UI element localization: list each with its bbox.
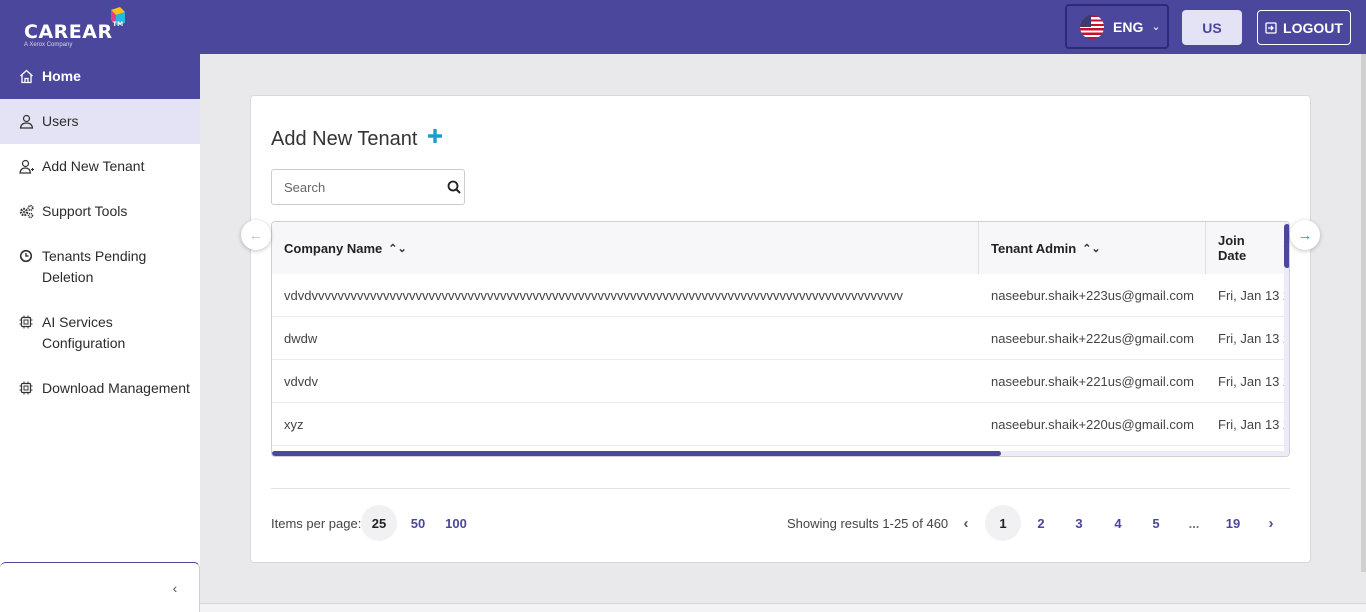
items-per-page-option[interactable]: 100: [438, 505, 474, 541]
results-summary: Showing results 1-25 of 460: [787, 516, 949, 531]
gears-icon: [18, 204, 34, 220]
items-per-page-label: Items per page:: [271, 516, 362, 531]
items-per-page-option[interactable]: 25: [361, 505, 397, 541]
clock-icon: [18, 248, 34, 264]
logo-text: CAREARTM: [24, 21, 124, 43]
table-row[interactable]: vdvdv naseebur.shaik+221us@gmail.com Fri…: [272, 360, 1289, 403]
cell-tenant-admin: naseebur.shaik+223us@gmail.com: [991, 288, 1194, 303]
table-horizontal-scrollbar[interactable]: [272, 451, 1289, 456]
page-scrollbar[interactable]: [1361, 54, 1366, 572]
cell-join-date: Fri, Jan 13 2: [1218, 374, 1286, 389]
sidebar-item-label: Tenants Pending Deletion: [42, 248, 147, 285]
next-page-chevron-right-icon[interactable]: ›: [1261, 505, 1281, 541]
cell-company-name: vdvdv: [284, 374, 318, 389]
add-tenant-plus-icon[interactable]: [426, 127, 444, 145]
cell-tenant-admin: naseebur.shaik+222us@gmail.com: [991, 331, 1194, 346]
logout-label: LOGOUT: [1283, 19, 1343, 36]
logout-button[interactable]: LOGOUT: [1257, 10, 1351, 45]
table-scroll-left-arrow-icon[interactable]: ←: [241, 220, 271, 250]
sidebar-item-support-tools[interactable]: Support Tools: [0, 189, 200, 234]
tenant-card: Add New Tenant Company Name⌃⌄ Tenant Adm…: [250, 95, 1311, 563]
table-row[interactable]: xyz naseebur.shaik+220us@gmail.com Fri, …: [272, 403, 1289, 446]
sidebar-item-label: Home: [42, 68, 81, 84]
sidebar-item-download-management[interactable]: Download Management: [0, 378, 200, 399]
page-footer-strip: [200, 603, 1366, 612]
page-button-4[interactable]: 4: [1100, 505, 1136, 541]
language-label: ENG: [1113, 18, 1144, 35]
column-header-join-date[interactable]: Join Date⌃: [1206, 222, 1289, 274]
sidebar-item-label: Support Tools: [42, 203, 128, 219]
sidebar-item-tenants-pending-deletion[interactable]: Tenants Pending Deletion: [0, 246, 200, 288]
page-button-2[interactable]: 2: [1023, 505, 1059, 541]
cell-tenant-admin: naseebur.shaik+220us@gmail.com: [991, 417, 1194, 432]
vertical-scroll-thumb[interactable]: [1284, 224, 1289, 268]
divider: [271, 488, 1290, 489]
sidebar-item-ai-services-configuration[interactable]: AI Services Configuration: [0, 312, 200, 354]
page-ellipsis: ...: [1188, 515, 1200, 531]
tenant-table: Company Name⌃⌄ Tenant Admin⌃⌄ Join Date⌃…: [271, 221, 1290, 457]
search-box: [271, 169, 465, 205]
logout-icon: [1265, 21, 1277, 34]
logo-subtitle: A Xerox Company: [24, 42, 73, 48]
cell-join-date: Fri, Jan 13 2: [1218, 331, 1286, 346]
sidebar-item-label: Users: [42, 113, 79, 129]
page-button-1[interactable]: 1: [985, 505, 1021, 541]
sidebar-item-label: Add New Tenant: [42, 158, 145, 174]
sort-icon[interactable]: ⌃⌄: [388, 242, 406, 255]
cell-join-date: Fri, Jan 13 2: [1218, 417, 1286, 432]
page-button-5[interactable]: 5: [1138, 505, 1174, 541]
user-add-icon: [18, 159, 34, 175]
chip-icon: [18, 314, 34, 330]
search-input[interactable]: [272, 170, 432, 204]
table-scroll-right-arrow-icon[interactable]: →: [1290, 220, 1320, 250]
table-row[interactable]: dwdw naseebur.shaik+222us@gmail.com Fri,…: [272, 317, 1289, 360]
chevron-down-icon: ⌄: [1151, 21, 1161, 33]
sidebar: Home Users Add New Tenant Support Tools …: [0, 54, 200, 612]
cell-tenant-admin: naseebur.shaik+221us@gmail.com: [991, 374, 1194, 389]
region-button[interactable]: US: [1182, 10, 1242, 45]
horizontal-scroll-thumb[interactable]: [272, 451, 1001, 456]
sidebar-item-add-new-tenant[interactable]: Add New Tenant: [0, 144, 200, 189]
sidebar-item-label: Download Management: [42, 380, 190, 396]
collapse-sidebar-chevron-left-icon[interactable]: ‹: [168, 581, 182, 595]
table-row[interactable]: vdvdvvvvvvvvvvvvvvvvvvvvvvvvvvvvvvvvvvvv…: [272, 274, 1289, 317]
language-selector[interactable]: ENG ⌄: [1065, 4, 1169, 49]
page-button-19[interactable]: 19: [1215, 505, 1251, 541]
user-icon: [18, 114, 34, 130]
search-icon[interactable]: [447, 180, 461, 194]
page-button-3[interactable]: 3: [1061, 505, 1097, 541]
prev-page-chevron-left-icon[interactable]: ‹: [956, 505, 976, 541]
cell-company-name: vdvdvvvvvvvvvvvvvvvvvvvvvvvvvvvvvvvvvvvv…: [284, 288, 903, 303]
sidebar-footer: ‹: [0, 562, 200, 612]
sidebar-item-label: AI Services Configuration: [42, 314, 126, 351]
carear-logo[interactable]: CAREARTM A Xerox Company: [22, 7, 132, 50]
top-header: CAREARTM A Xerox Company ENG ⌄ US LOGOUT: [0, 0, 1366, 54]
table-vertical-scrollbar[interactable]: [1284, 222, 1289, 456]
column-header-tenant-admin[interactable]: Tenant Admin ⌃⌄: [979, 222, 1206, 274]
sidebar-item-users[interactable]: Users: [0, 99, 200, 144]
chip-icon: [18, 380, 34, 396]
cell-company-name: dwdw: [284, 331, 318, 346]
items-per-page-option[interactable]: 50: [400, 505, 436, 541]
sidebar-item-home[interactable]: Home: [0, 54, 200, 99]
us-flag-icon: [1080, 14, 1104, 39]
column-header-company-name[interactable]: Company Name ⌃⌄: [272, 222, 979, 274]
table-header: Company Name⌃⌄ Tenant Admin⌃⌄ Join Date⌃: [272, 222, 1289, 274]
cell-company-name: xyz: [284, 417, 304, 432]
cell-join-date: Fri, Jan 13 2: [1218, 288, 1286, 303]
sort-icon[interactable]: ⌃⌄: [1082, 242, 1100, 255]
page-title: Add New Tenant: [271, 128, 418, 150]
home-icon: [18, 69, 34, 85]
